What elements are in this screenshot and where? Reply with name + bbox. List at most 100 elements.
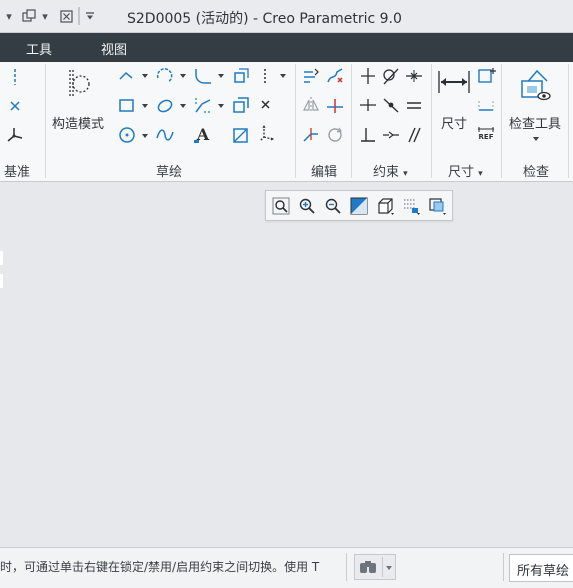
group-separator bbox=[295, 64, 296, 178]
fillet-dropdown-icon[interactable] bbox=[217, 72, 225, 80]
coordinate-system-icon[interactable] bbox=[5, 125, 25, 145]
inspect-tools-dropdown-icon[interactable] bbox=[532, 135, 540, 143]
dimension-label[interactable]: 尺寸 bbox=[441, 113, 467, 132]
parallel-constraint-icon[interactable] bbox=[404, 125, 424, 145]
repaint-icon[interactable] bbox=[349, 196, 369, 216]
title-bar: ▾ ▾ S2D0005 (活动的) - Creo Parametric 9.0 bbox=[0, 0, 573, 33]
dimension-group-text: 尺寸 bbox=[448, 165, 475, 180]
refit-icon[interactable] bbox=[271, 196, 291, 216]
canvas-edge-marker bbox=[0, 274, 3, 288]
group-label-datum: 基准 bbox=[4, 165, 31, 180]
customize-toolbar-icon[interactable] bbox=[84, 6, 96, 26]
chamfer-dropdown-icon[interactable] bbox=[217, 102, 225, 110]
arc-icon[interactable] bbox=[155, 66, 175, 86]
construction-mode-icon[interactable] bbox=[64, 67, 94, 101]
group-label-constrain[interactable]: 约束 ▾ bbox=[373, 161, 408, 180]
menu-tools[interactable]: 工具 bbox=[26, 39, 52, 58]
sketch-display-icon[interactable] bbox=[427, 196, 447, 216]
graphics-canvas[interactable] bbox=[0, 183, 573, 547]
inspect-tools-icon[interactable] bbox=[519, 67, 553, 103]
group-separator bbox=[45, 64, 46, 178]
ellipse-icon[interactable] bbox=[155, 95, 175, 115]
dimension-icon[interactable] bbox=[437, 69, 471, 95]
delete-segment-icon[interactable] bbox=[325, 66, 345, 86]
thicken-icon[interactable] bbox=[231, 95, 251, 115]
construction-csys-icon[interactable] bbox=[257, 125, 277, 145]
status-divider bbox=[503, 553, 504, 581]
mirror-icon[interactable] bbox=[301, 95, 321, 115]
arc-dropdown-icon[interactable] bbox=[179, 72, 187, 80]
ribbon: 基准 构造模式 A 草绘 编辑 约束 ▾ 尺寸 REF 尺寸 ▾ 检查工具 检查 bbox=[0, 62, 573, 182]
dimension-dropdown-icon: ▾ bbox=[478, 169, 483, 179]
construction-mode-label[interactable]: 构造模式 bbox=[52, 113, 104, 132]
title-divider bbox=[78, 7, 80, 25]
construction-point-icon[interactable] bbox=[257, 95, 277, 115]
perpendicular-constraint-icon[interactable] bbox=[358, 125, 378, 145]
group-label-edit: 编辑 bbox=[311, 165, 338, 180]
group-separator bbox=[351, 64, 352, 178]
midpoint-constraint-icon[interactable] bbox=[404, 66, 424, 86]
line-dropdown-icon[interactable] bbox=[141, 72, 149, 80]
text-icon[interactable]: A bbox=[193, 125, 213, 145]
find-dropdown-icon[interactable] bbox=[385, 564, 393, 572]
coincident-constraint-icon[interactable] bbox=[381, 95, 401, 115]
group-label-sketch: 草绘 bbox=[156, 165, 183, 180]
find-split-divider bbox=[382, 557, 383, 577]
baseline-icon[interactable] bbox=[476, 95, 496, 115]
symmetric-constraint-icon[interactable] bbox=[381, 125, 401, 145]
find-button[interactable] bbox=[354, 554, 396, 580]
menu-bar: 工具 视图 bbox=[0, 33, 573, 62]
constrain-dropdown-icon: ▾ bbox=[403, 169, 408, 179]
chamfer-icon[interactable] bbox=[193, 95, 213, 115]
text-tool-accent bbox=[194, 140, 199, 143]
rectangle-icon[interactable] bbox=[117, 95, 137, 115]
close-window-icon[interactable] bbox=[58, 6, 74, 26]
rotate-resize-icon[interactable] bbox=[325, 125, 345, 145]
binoculars-icon bbox=[360, 561, 376, 573]
project-icon[interactable] bbox=[231, 125, 251, 145]
circle-dropdown-icon[interactable] bbox=[141, 132, 149, 140]
reference-dimension-icon[interactable]: REF bbox=[476, 125, 496, 145]
group-label-inspect: 检查 bbox=[523, 165, 550, 180]
spline-icon[interactable] bbox=[155, 125, 175, 145]
group-separator bbox=[501, 64, 502, 178]
inspect-tools-label[interactable]: 检查工具 bbox=[509, 113, 561, 132]
canvas-edge-marker bbox=[0, 251, 3, 265]
divide-icon[interactable] bbox=[325, 95, 345, 115]
centerline-dropdown-icon[interactable] bbox=[279, 72, 287, 80]
zoom-out-icon[interactable] bbox=[323, 196, 343, 216]
modify-icon[interactable] bbox=[301, 66, 321, 86]
datum-point-icon[interactable] bbox=[5, 96, 25, 116]
display-style-icon[interactable] bbox=[375, 196, 395, 216]
selection-filter-select[interactable]: 所有草绘 bbox=[509, 554, 573, 582]
vertical-constraint-icon[interactable] bbox=[358, 66, 378, 86]
graphics-toolbar bbox=[265, 190, 453, 221]
status-divider bbox=[346, 553, 347, 581]
menu-view[interactable]: 视图 bbox=[101, 39, 127, 58]
tangent-constraint-icon[interactable] bbox=[381, 66, 401, 86]
perimeter-icon[interactable] bbox=[476, 66, 496, 86]
zoom-in-icon[interactable] bbox=[297, 196, 317, 216]
equal-constraint-icon[interactable] bbox=[404, 95, 424, 115]
circle-icon[interactable] bbox=[117, 125, 137, 145]
corner-icon[interactable] bbox=[301, 125, 321, 145]
rectangle-dropdown-icon[interactable] bbox=[141, 102, 149, 110]
group-separator bbox=[431, 64, 432, 178]
window-title: S2D0005 (活动的) - Creo Parametric 9.0 bbox=[127, 11, 402, 27]
fillet-icon[interactable] bbox=[193, 66, 213, 86]
group-label-dimension[interactable]: 尺寸 ▾ bbox=[448, 161, 483, 180]
group-separator bbox=[568, 64, 569, 178]
window-switch-icon[interactable] bbox=[20, 6, 38, 26]
quick-access-dropdown[interactable]: ▾ bbox=[4, 6, 14, 26]
window-switch-dropdown[interactable]: ▾ bbox=[40, 6, 50, 26]
horizontal-constraint-icon[interactable] bbox=[358, 95, 378, 115]
creo-window: ▾ ▾ S2D0005 (活动的) - Creo Parametric 9.0 … bbox=[0, 0, 573, 588]
construction-centerline-icon[interactable] bbox=[257, 66, 277, 86]
datum-display-icon[interactable] bbox=[401, 196, 421, 216]
offset-icon[interactable] bbox=[231, 66, 251, 86]
constrain-label-text: 约束 bbox=[373, 165, 400, 180]
line-icon[interactable] bbox=[117, 66, 137, 86]
centerline-icon[interactable] bbox=[5, 67, 25, 87]
ellipse-dropdown-icon[interactable] bbox=[179, 102, 187, 110]
ref-glyph: REF bbox=[478, 133, 494, 141]
